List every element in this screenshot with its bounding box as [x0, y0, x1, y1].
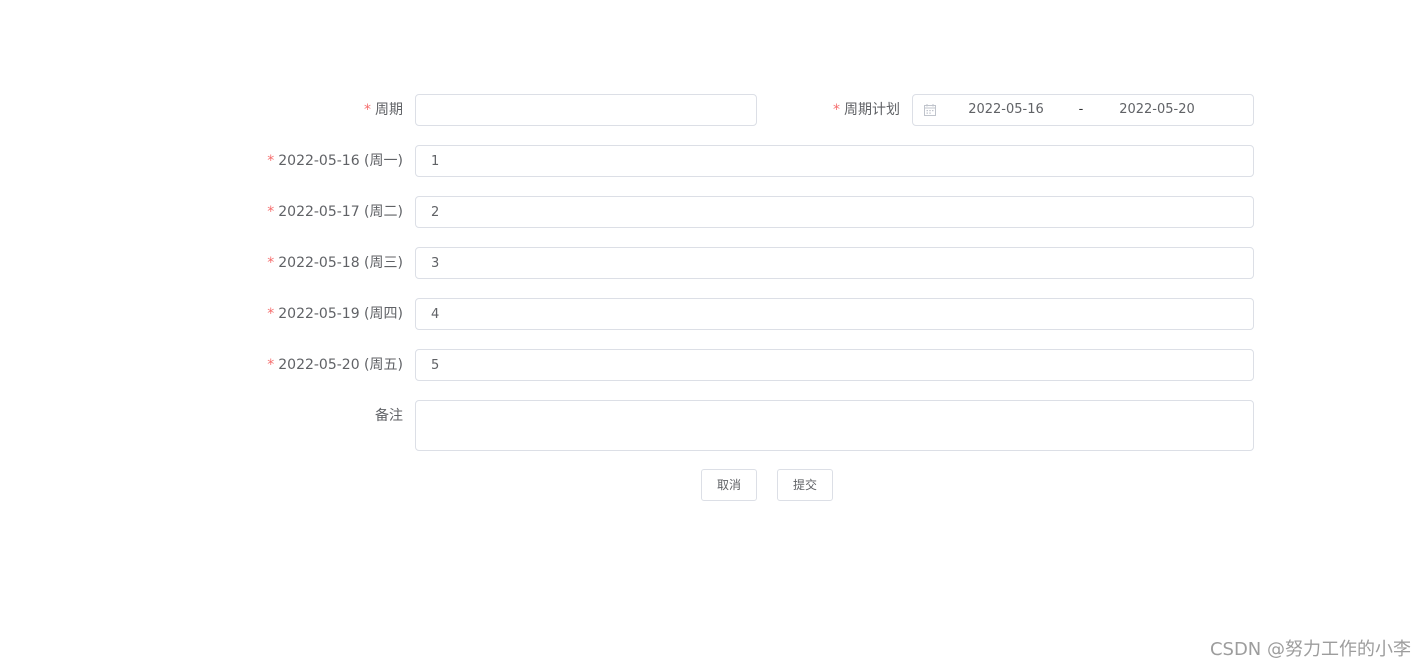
day-label-3: * 2022-05-18 (周三): [267, 247, 403, 279]
day-label-2: * 2022-05-17 (周二): [267, 196, 403, 228]
day-label-text: 2022-05-18 (周三): [278, 255, 403, 271]
day-form-item-2: * 2022-05-17 (周二): [0, 196, 403, 228]
day-label-text: 2022-05-20 (周五): [278, 357, 403, 373]
day-input-1[interactable]: [415, 145, 1254, 177]
day-form-item-3: * 2022-05-18 (周三): [0, 247, 403, 279]
required-mark: *: [267, 255, 275, 271]
day-form-item-5: * 2022-05-20 (周五): [0, 349, 403, 381]
required-mark: *: [267, 204, 275, 220]
day-form-item-1: * 2022-05-16 (周一): [0, 145, 403, 177]
range-end-input[interactable]: 2022-05-20: [1097, 95, 1217, 125]
remark-label: 备注: [375, 408, 403, 424]
day-label-4: * 2022-05-19 (周四): [267, 298, 403, 330]
day-label-text: 2022-05-17 (周二): [278, 204, 403, 220]
day-label-text: 2022-05-19 (周四): [278, 306, 403, 322]
remark-form-item: 备注: [0, 400, 403, 432]
period-plan-label-text: 周期计划: [844, 102, 900, 118]
period-plan-date-range[interactable]: 2022-05-16 - 2022-05-20: [912, 94, 1254, 126]
required-mark: *: [267, 357, 275, 373]
day-input-4[interactable]: [415, 298, 1254, 330]
required-mark: *: [267, 306, 275, 322]
day-input-3[interactable]: [415, 247, 1254, 279]
submit-button[interactable]: 提交: [777, 469, 833, 501]
watermark: CSDN @努力工作的小李: [1209, 639, 1411, 660]
day-input-2[interactable]: [415, 196, 1254, 228]
calendar-icon: [924, 104, 936, 116]
day-label-text: 2022-05-16 (周一): [278, 153, 403, 169]
range-start-input[interactable]: 2022-05-16: [946, 95, 1066, 125]
day-form-item-4: * 2022-05-19 (周四): [0, 298, 403, 330]
day-label-1: * 2022-05-16 (周一): [267, 145, 403, 177]
day-input-5[interactable]: [415, 349, 1254, 381]
range-separator: -: [1078, 102, 1084, 117]
period-plan-label: * 周期计划: [833, 94, 900, 126]
day-label-5: * 2022-05-20 (周五): [267, 349, 403, 381]
period-plan-form-item: * 周期计划: [0, 94, 900, 126]
required-mark: *: [267, 153, 275, 169]
cancel-button[interactable]: 取消: [701, 469, 757, 501]
remark-textarea[interactable]: [415, 400, 1254, 451]
required-mark: *: [833, 102, 840, 118]
